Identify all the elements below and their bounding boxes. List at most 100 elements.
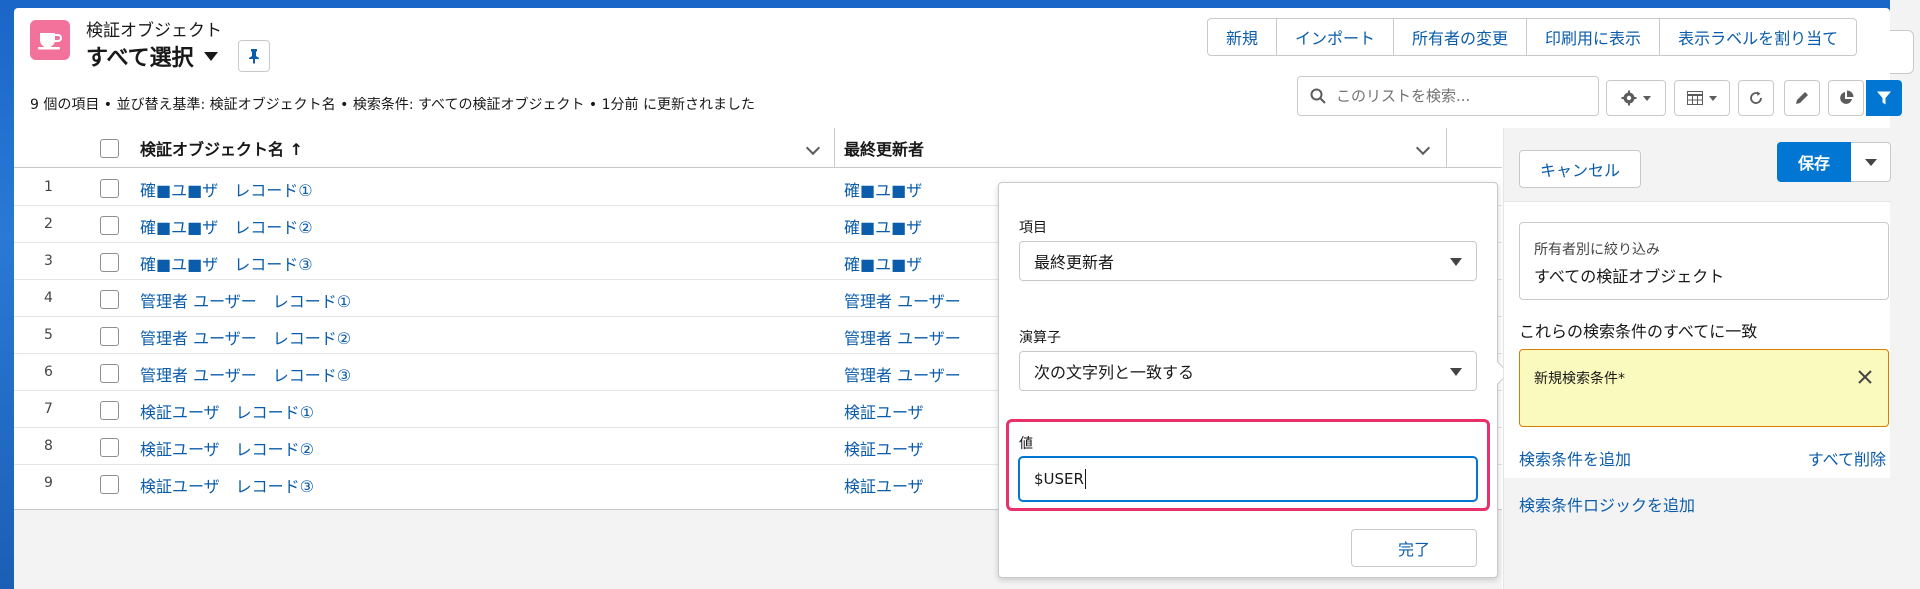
save-menu-button[interactable] — [1851, 142, 1891, 182]
column-menu-modified-by[interactable] — [1415, 128, 1431, 168]
list-view-title: すべて選択 — [86, 46, 194, 71]
record-link[interactable]: 検証ユーザ レコード② — [140, 436, 314, 460]
done-button[interactable]: 完了 — [1351, 529, 1477, 567]
owner-filter-label: 所有者別に絞り込み — [1534, 242, 1660, 258]
chevron-down-icon — [805, 140, 821, 156]
column-divider[interactable] — [834, 128, 835, 168]
change-owner-button[interactable]: 所有者の変更 — [1394, 19, 1528, 55]
user-link[interactable]: 検証ユーザ — [844, 436, 924, 460]
row-checkbox[interactable] — [100, 327, 119, 346]
list-view-picker[interactable]: すべて選択 — [86, 40, 270, 72]
user-link[interactable]: 管理者 ユーザー — [844, 325, 961, 349]
remove-all-link[interactable]: すべて削除 — [1808, 446, 1886, 470]
record-link[interactable]: 管理者 ユーザー レコード③ — [140, 362, 351, 386]
search-input[interactable] — [1336, 87, 1576, 105]
new-button[interactable]: 新規 — [1208, 19, 1278, 55]
pie-chart-icon — [1840, 90, 1854, 104]
filter-panel: キャンセル 所有者別に絞り込み すべての検証オブジェクト これらの検索条件のすべ… — [1503, 128, 1891, 589]
new-filter-label: 新規検索条件* — [1534, 371, 1625, 387]
field-label: 項目 — [1019, 220, 1047, 236]
new-filter-card[interactable]: 新規検索条件* — [1519, 349, 1889, 427]
user-link[interactable]: 確■ユ■ザ — [844, 214, 922, 238]
value-input[interactable]: $USER — [1019, 457, 1477, 501]
list-settings-button[interactable] — [1606, 80, 1666, 116]
filter-panel-footer: 検索条件ロジックを追加 — [1504, 478, 1891, 589]
select-all-checkbox[interactable] — [100, 128, 119, 168]
row-number: 2 — [44, 216, 53, 232]
row-number: 6 — [44, 364, 53, 380]
record-link[interactable]: 確■ユ■ザ レコード② — [140, 214, 313, 238]
chevron-down-icon — [1643, 95, 1651, 101]
column-header-name[interactable]: 検証オブジェクト名 ↑ — [140, 128, 303, 168]
object-type-label: 検証オブジェクト — [86, 21, 222, 41]
pin-icon — [248, 49, 259, 64]
record-link[interactable]: 確■ユ■ザ レコード③ — [140, 251, 313, 275]
save-button-group: 保存 — [1777, 142, 1891, 182]
user-link[interactable]: 検証ユーザ — [844, 473, 924, 497]
row-number: 4 — [44, 290, 53, 306]
table-header: 検証オブジェクト名 ↑ 最終更新者 — [14, 128, 1502, 168]
user-link[interactable]: 管理者 ユーザー — [844, 288, 961, 312]
caret-down-icon[interactable] — [203, 51, 218, 61]
add-filter-logic-link[interactable]: 検索条件ロジックを追加 — [1519, 492, 1695, 516]
gear-icon — [1621, 90, 1637, 106]
close-icon[interactable] — [1856, 368, 1874, 386]
operator-label: 演算子 — [1019, 330, 1061, 346]
assign-label-button[interactable]: 表示ラベルを割り当て — [1660, 19, 1856, 55]
search-icon — [1310, 88, 1326, 104]
refresh-button[interactable] — [1738, 80, 1774, 116]
operator-select[interactable]: 次の文字列と一致する — [1019, 351, 1477, 391]
user-link[interactable]: 管理者 ユーザー — [844, 362, 961, 386]
filter-edit-popover: 項目 最終更新者 演算子 次の文字列と一致する 値 $USER 完了 — [998, 182, 1510, 578]
inline-edit-button[interactable] — [1784, 80, 1820, 116]
edit-icon — [1796, 92, 1808, 104]
record-link[interactable]: 管理者 ユーザー レコード② — [140, 325, 351, 349]
row-checkbox[interactable] — [100, 179, 119, 198]
record-link[interactable]: 検証ユーザ レコード① — [140, 399, 314, 423]
filters-button[interactable] — [1866, 80, 1902, 116]
filter-icon — [1877, 91, 1891, 105]
row-number: 1 — [44, 179, 53, 195]
action-button-group: 新規 インポート 所有者の変更 印刷用に表示 表示ラベルを割り当て — [1207, 18, 1858, 56]
column-divider[interactable] — [1446, 128, 1447, 168]
row-number: 5 — [44, 327, 53, 343]
text-cursor — [1084, 469, 1086, 489]
user-link[interactable]: 検証ユーザ — [844, 399, 924, 423]
row-checkbox[interactable] — [100, 253, 119, 272]
list-view-container: 検証オブジェクト すべて選択 新規 インポート 所有者の変更 印刷用に表示 表示… — [14, 8, 1902, 589]
field-select[interactable]: 最終更新者 — [1019, 241, 1477, 281]
column-menu-name[interactable] — [805, 128, 821, 168]
add-filter-link[interactable]: 検索条件を追加 — [1519, 446, 1631, 470]
chevron-down-icon — [1864, 158, 1877, 166]
custom-object-icon — [30, 20, 70, 60]
record-link[interactable]: 検証ユーザ レコード③ — [140, 473, 314, 497]
row-number: 8 — [44, 438, 53, 454]
record-link[interactable]: 管理者 ユーザー レコード① — [140, 288, 351, 312]
row-checkbox[interactable] — [100, 475, 119, 494]
save-button[interactable]: 保存 — [1777, 142, 1851, 182]
list-search[interactable] — [1297, 76, 1599, 116]
row-checkbox[interactable] — [100, 216, 119, 235]
printable-view-button[interactable]: 印刷用に表示 — [1527, 19, 1661, 55]
match-all-label: これらの検索条件のすべてに一致 — [1519, 322, 1758, 341]
import-button[interactable]: インポート — [1277, 19, 1395, 55]
user-link[interactable]: 確■ユ■ザ — [844, 251, 922, 275]
column-header-modified-by[interactable]: 最終更新者 — [844, 128, 924, 168]
panel-grip[interactable] — [1890, 30, 1914, 74]
value-label: 値 — [1019, 436, 1033, 452]
pin-button[interactable] — [237, 40, 270, 72]
row-number: 7 — [44, 401, 53, 417]
row-checkbox[interactable] — [100, 438, 119, 457]
cancel-button[interactable]: キャンセル — [1519, 150, 1641, 188]
row-checkbox[interactable] — [100, 290, 119, 309]
owner-filter-card[interactable]: 所有者別に絞り込み すべての検証オブジェクト — [1519, 222, 1889, 300]
row-checkbox[interactable] — [100, 364, 119, 383]
row-number: 3 — [44, 253, 53, 269]
row-checkbox[interactable] — [100, 401, 119, 420]
user-link[interactable]: 確■ユ■ザ — [844, 177, 922, 201]
chevron-down-icon — [1709, 95, 1717, 101]
list-info: 9 個の項目 • 並び替え基準: 検証オブジェクト名 • 検索条件: すべての検… — [30, 97, 755, 113]
record-link[interactable]: 確■ユ■ザ レコード① — [140, 177, 313, 201]
charts-button[interactable] — [1828, 80, 1864, 116]
display-as-button[interactable] — [1674, 80, 1730, 116]
